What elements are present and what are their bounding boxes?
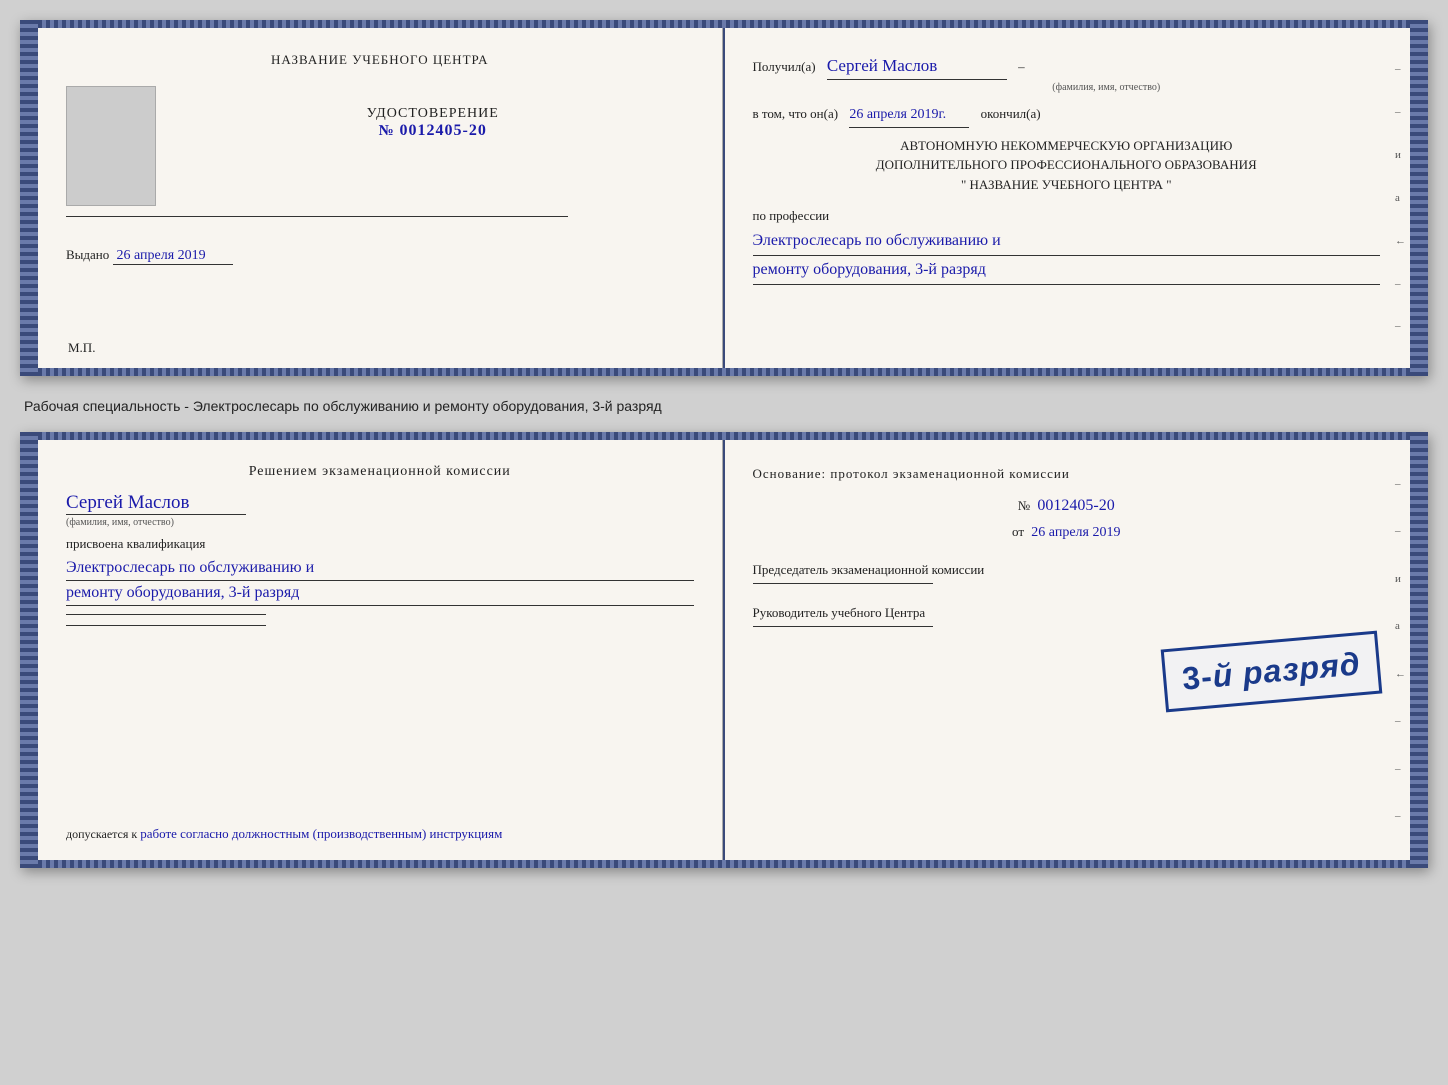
training-center-title: НАЗВАНИЕ УЧЕБНОГО ЦЕНТРА: [66, 52, 694, 68]
side-letter-4: а: [1395, 192, 1406, 204]
bottom-bottom-border-deco: [38, 860, 1410, 868]
left-border-deco: [20, 20, 38, 376]
org-block: АВТОНОМНУЮ НЕКОММЕРЧЕСКУЮ ОРГАНИЗАЦИЮ ДО…: [753, 136, 1381, 195]
chairman-label: Председатель экзаменационной комиссии: [753, 561, 1381, 579]
booklet-inner-bottom: Решением экзаменационной комиссии Сергей…: [38, 440, 1410, 860]
decision-text: Решением экзаменационной комиссии: [66, 464, 694, 480]
document-container: НАЗВАНИЕ УЧЕБНОГО ЦЕНТРА УДОСТОВЕРЕНИЕ №…: [20, 20, 1428, 872]
bottom-side-letter-2: –: [1395, 525, 1406, 537]
qualification-line2: ремонту оборудования, 3-й разряд: [66, 581, 694, 606]
cert-number: 0012405-20: [400, 122, 487, 139]
cert-number-prefix: №: [379, 123, 395, 139]
protocol-date-block: от 26 апреля 2019: [753, 522, 1381, 544]
org-quote-open: ": [961, 177, 966, 192]
sig-line-2: [66, 625, 266, 626]
stamp-text: 3-й разряд: [1181, 645, 1362, 697]
bottom-side-letter-7: –: [1395, 763, 1406, 775]
recipient-name: Сергей Маслов: [827, 52, 1007, 80]
admitted-block: допускается к работе согласно должностны…: [66, 826, 712, 842]
booklet-inner-top: НАЗВАНИЕ УЧЕБНОГО ЦЕНТРА УДОСТОВЕРЕНИЕ №…: [38, 28, 1410, 368]
bottom-side-letter-4: а: [1395, 620, 1406, 632]
certificate-label: УДОСТОВЕРЕНИЕ: [172, 106, 694, 122]
bottom-top-border-deco: [38, 432, 1410, 440]
bottom-side-letter-1: –: [1395, 478, 1406, 490]
side-letter-1: –: [1395, 63, 1406, 75]
profession-block: по профессии Электрослесарь по обслужива…: [753, 206, 1381, 285]
side-letter-6: –: [1395, 278, 1406, 290]
side-letter-5: ←: [1395, 235, 1406, 247]
received-label: Получил(а): [753, 59, 816, 74]
org-line2: ДОПОЛНИТЕЛЬНОГО ПРОФЕССИОНАЛЬНОГО ОБРАЗО…: [753, 155, 1381, 175]
bottom-left-border-deco: [20, 432, 38, 868]
cert-number-block: УДОСТОВЕРЕНИЕ № 0012405-20: [172, 106, 694, 140]
qualification-line1: Электрослесарь по обслуживанию и: [66, 556, 694, 581]
issued-label: Выдано: [66, 247, 109, 262]
bottom-side-letter-5: ←: [1395, 668, 1406, 680]
basis-label: Основание: протокол экзаменационной коми…: [753, 464, 1381, 485]
date-completed: 26 апреля 2019г.: [849, 104, 969, 127]
protocol-number: 0012405-20: [1037, 497, 1114, 514]
protocol-number-block: № 0012405-20: [753, 493, 1381, 519]
assigned-text: присвоена квалификация: [66, 536, 694, 552]
rukovoditel-block: Руководитель учебного Центра: [753, 604, 1381, 627]
bottom-left-page: Решением экзаменационной комиссии Сергей…: [38, 440, 723, 860]
photo-placeholder: [66, 86, 156, 206]
in-that-label: в том, что он(а): [753, 106, 839, 121]
side-letters-bottom: – – и а ← – – –: [1395, 460, 1406, 840]
side-letter-3: и: [1395, 149, 1406, 161]
chairman-sig-line: [753, 583, 933, 584]
cert-number-line: № 0012405-20: [172, 122, 694, 140]
right-border-deco: [1410, 20, 1428, 376]
side-letter-2: –: [1395, 106, 1406, 118]
stamp: 3-й разряд: [1161, 631, 1382, 713]
finished-label: окончил(а): [981, 106, 1041, 121]
protocol-date: 26 апреля 2019: [1031, 525, 1120, 540]
bottom-booklet: Решением экзаменационной комиссии Сергей…: [20, 432, 1428, 868]
bottom-name-block: Сергей Маслов (фамилия, имя, отчество): [66, 492, 694, 528]
org-quote-close: ": [1166, 177, 1171, 192]
protocol-number-prefix: №: [1018, 498, 1030, 513]
admitted-text: работе согласно должностным (производств…: [140, 826, 502, 841]
right-page-content: Получил(а) Сергей Маслов – (фамилия, имя…: [753, 52, 1381, 285]
bottom-side-letter-3: и: [1395, 573, 1406, 585]
sig-line-1: [66, 614, 266, 615]
in-that-line: в том, что он(а) 26 апреля 2019г. окончи…: [753, 104, 1381, 127]
qualification-block: Электрослесарь по обслуживанию и ремонту…: [66, 556, 694, 606]
name-sublabel: (фамилия, имя, отчество): [833, 80, 1381, 96]
org-name: НАЗВАНИЕ УЧЕБНОГО ЦЕНТРА: [970, 177, 1163, 192]
profession-line2: ремонту оборудования, 3-й разряд: [753, 258, 1381, 285]
issued-date: 26 апреля 2019: [113, 248, 233, 265]
top-booklet: НАЗВАНИЕ УЧЕБНОГО ЦЕНТРА УДОСТОВЕРЕНИЕ №…: [20, 20, 1428, 376]
bottom-recipient-name: Сергей Маслов: [66, 492, 246, 515]
basis-block: Основание: протокол экзаменационной коми…: [753, 464, 1381, 627]
received-line: Получил(а) Сергей Маслов – (фамилия, имя…: [753, 52, 1381, 96]
from-label: от: [1012, 524, 1024, 539]
org-name-line: " НАЗВАНИЕ УЧЕБНОГО ЦЕНТРА ": [753, 175, 1381, 195]
issued-block: Выдано 26 апреля 2019: [66, 247, 694, 265]
profession-label: по профессии: [753, 206, 1381, 227]
bottom-side-letter-6: –: [1395, 715, 1406, 727]
bottom-right-border-deco: [1410, 432, 1428, 868]
top-right-page: Получил(а) Сергей Маслов – (фамилия, имя…: [725, 28, 1411, 368]
bottom-border-deco: [38, 368, 1410, 376]
top-left-page: НАЗВАНИЕ УЧЕБНОГО ЦЕНТРА УДОСТОВЕРЕНИЕ №…: [38, 28, 723, 368]
side-letter-7: –: [1395, 320, 1406, 332]
bottom-right-page: Основание: протокол экзаменационной коми…: [725, 440, 1411, 860]
top-border-deco: [38, 20, 1410, 28]
side-letters-top: – – и а ← – –: [1395, 48, 1406, 348]
org-line1: АВТОНОМНУЮ НЕКОММЕРЧЕСКУЮ ОРГАНИЗАЦИЮ: [753, 136, 1381, 156]
chairman-block: Председатель экзаменационной комиссии: [753, 561, 1381, 584]
profession-line1: Электрослесарь по обслуживанию и: [753, 229, 1381, 256]
bottom-side-letter-8: –: [1395, 810, 1406, 822]
rukovoditel-sig-line: [753, 626, 933, 627]
rukovoditel-label: Руководитель учебного Центра: [753, 604, 1381, 622]
description-line: Рабочая специальность - Электрослесарь п…: [20, 392, 1428, 420]
dash: –: [1018, 59, 1025, 74]
mp-label: М.П.: [68, 340, 95, 356]
admitted-label: допускается к: [66, 827, 137, 841]
bottom-name-sublabel: (фамилия, имя, отчество): [66, 517, 694, 528]
